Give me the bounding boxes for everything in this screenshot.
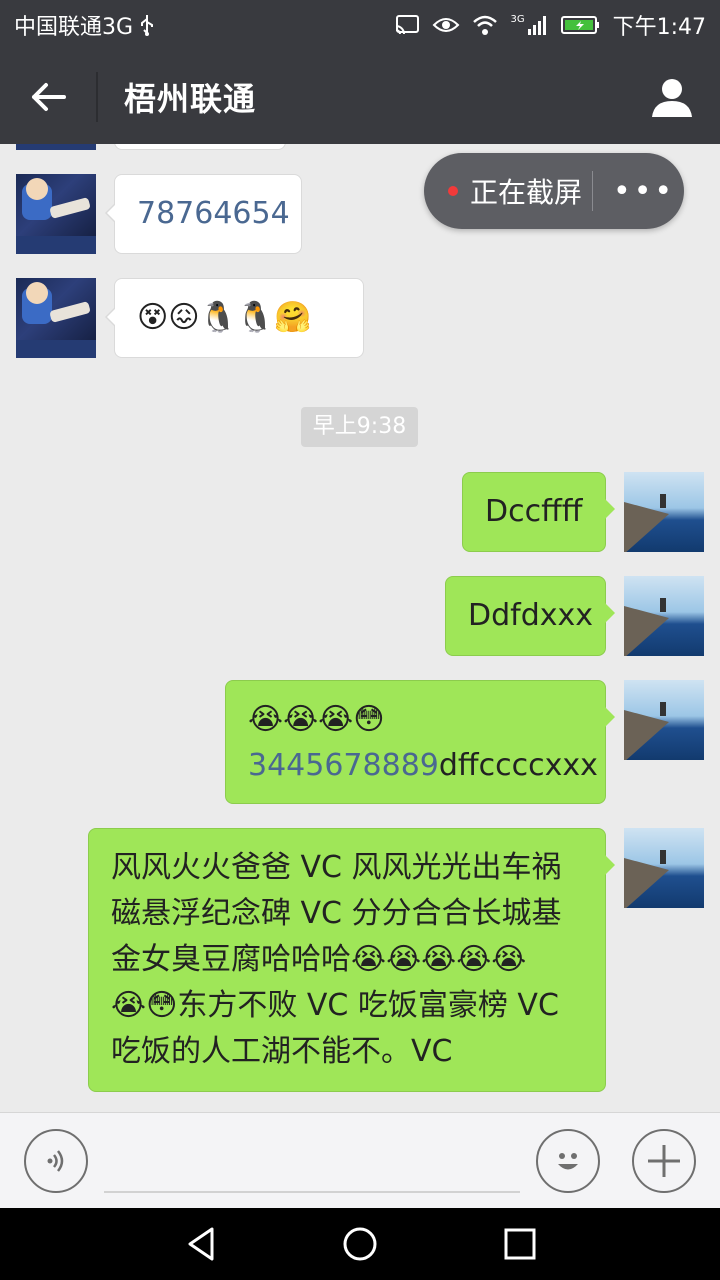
my-avatar[interactable] xyxy=(624,576,704,656)
emoji: 😭 xyxy=(456,942,492,977)
input-bar xyxy=(0,1112,720,1208)
emoji: 😭 xyxy=(491,942,527,977)
message-text: 东方不败 VC 吃饭富豪榜 VC xyxy=(177,988,559,1023)
message-bubble-sent[interactable]: Dccffff xyxy=(462,472,615,552)
message-bubble-sent[interactable]: 风风火火爸爸 VC 风风光光出车祸 磁悬浮纪念碑 VC 分分合合长城基 金女臭豆… xyxy=(88,828,615,1092)
phone-number-link[interactable]: 78764654 xyxy=(137,196,290,231)
emoji: 🐧 xyxy=(236,300,275,335)
contact-info-button[interactable] xyxy=(624,50,720,144)
cast-icon xyxy=(394,14,420,36)
input-underline xyxy=(104,1191,520,1193)
emoji: 🐧 xyxy=(199,300,237,335)
smiley-icon xyxy=(558,1153,578,1170)
chat-message-list[interactable]: 78764654 😵😖🐧🐧🤗 早上9:38 Dccffff Ddfdxxx 😭😭… xyxy=(0,144,720,1112)
title-divider xyxy=(96,72,98,122)
carrier-label: 中国联通3G xyxy=(14,15,134,40)
voice-input-button[interactable] xyxy=(24,1129,88,1193)
eye-icon xyxy=(432,15,460,35)
more-functions-button[interactable] xyxy=(632,1129,696,1193)
emoji: 😳 xyxy=(146,988,178,1023)
emoji: 😭 xyxy=(386,942,422,977)
emoji: 😭 xyxy=(283,702,319,737)
contact-avatar[interactable] xyxy=(16,278,96,358)
emoji: 😭 xyxy=(351,942,387,977)
plus-icon xyxy=(648,1145,680,1177)
pill-divider xyxy=(592,171,594,211)
message-bubble-sent[interactable]: Ddfdxxx xyxy=(445,576,615,656)
voice-icon xyxy=(47,1150,64,1172)
emoji: 😖 xyxy=(168,300,200,335)
screenshot-recording-pill[interactable]: 正在截屏 ••• xyxy=(424,153,684,229)
triangle-back-icon xyxy=(188,1227,214,1261)
message-text: 风风火火爸爸 VC 风风光光出车祸 xyxy=(111,850,562,885)
arrow-left-icon xyxy=(32,83,66,111)
back-button[interactable] xyxy=(0,50,96,144)
system-navigation-bar xyxy=(0,1208,720,1280)
status-bar: 中国联通3G 3G 下午1:47 xyxy=(0,0,720,50)
wifi-icon xyxy=(472,14,498,36)
emoji-button[interactable] xyxy=(536,1129,600,1193)
nav-recents-button[interactable] xyxy=(500,1224,540,1264)
my-avatar[interactable] xyxy=(624,680,704,760)
usb-icon xyxy=(139,13,155,37)
screenshot-label: 正在截屏 xyxy=(470,176,583,209)
message-bubble-partial[interactable] xyxy=(114,144,286,150)
emoji: 😭 xyxy=(318,702,354,737)
message-text: 吃饭的人工湖不能不。VC xyxy=(111,1034,453,1069)
recording-dot-icon xyxy=(448,186,458,196)
phone-number-link[interactable]: 3445678889 xyxy=(248,748,439,783)
battery-icon xyxy=(560,14,601,36)
contact-avatar[interactable] xyxy=(16,144,96,150)
signal-icon: 3G xyxy=(510,14,548,36)
emoji: 😭 xyxy=(248,702,284,737)
emoji: 😭 xyxy=(111,988,147,1023)
emoji: 😵 xyxy=(137,300,169,335)
message-bubble-received[interactable]: 78764654 xyxy=(105,174,302,254)
message-timestamp: 早上9:38 xyxy=(301,407,418,447)
more-options-button[interactable]: ••• xyxy=(613,174,675,209)
message-bubble-sent[interactable]: 😭😭😭😳 3445678889dffccccxxx xyxy=(225,680,615,804)
chat-title: 梧州联通 xyxy=(124,80,257,118)
title-bar: 梧州联通 xyxy=(0,50,720,144)
my-avatar[interactable] xyxy=(624,472,704,552)
message-input[interactable] xyxy=(104,1133,520,1189)
nav-back-button[interactable] xyxy=(182,1224,222,1264)
emoji: 😭 xyxy=(421,942,457,977)
emoji: 😳 xyxy=(353,702,385,737)
person-icon xyxy=(652,79,692,117)
square-recents-icon xyxy=(504,1228,536,1260)
circle-home-icon xyxy=(343,1227,377,1261)
message-text: 磁悬浮纪念碑 VC 分分合合长城基 xyxy=(111,896,562,931)
nav-home-button[interactable] xyxy=(340,1224,380,1264)
message-text: dffccccxxx xyxy=(438,748,598,783)
clock: 下午1:47 xyxy=(612,15,706,40)
message-text: Ddfdxxx xyxy=(468,598,594,633)
message-text: Dccffff xyxy=(485,494,583,529)
emoji: 🤗 xyxy=(274,300,312,335)
my-avatar[interactable] xyxy=(624,828,704,908)
message-bubble-received[interactable]: 😵😖🐧🐧🤗 xyxy=(105,278,364,358)
message-text: 金女臭豆腐哈哈哈 xyxy=(111,942,351,977)
contact-avatar[interactable] xyxy=(16,174,96,254)
